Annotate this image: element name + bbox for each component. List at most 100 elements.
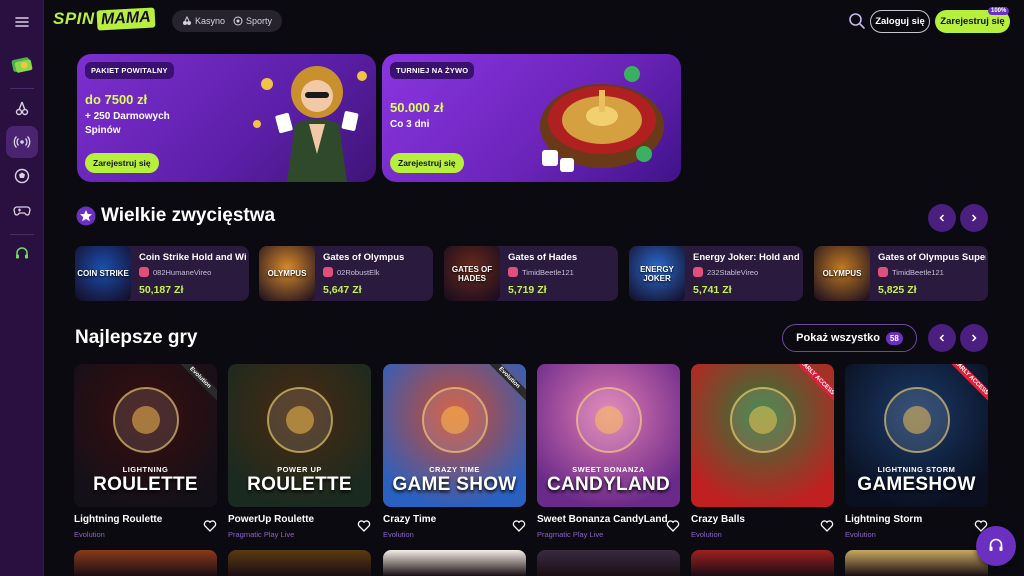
support-headset-icon[interactable] (6, 238, 38, 270)
user-avatar-icon (878, 267, 888, 277)
win-user: TimidBeetle121 (878, 267, 944, 277)
win-game-name: Gates of Olympus (323, 252, 405, 263)
mode-switcher: Kasyno Sporty (172, 10, 283, 32)
banner-sub-line-1: + 250 Darmowych (85, 111, 170, 122)
win-game-thumbnail: ENERGY JOKER (629, 246, 685, 301)
logo[interactable]: SPIN MAMA (53, 7, 155, 31)
win-user: 082HumaneVireo (139, 267, 211, 277)
search-icon[interactable] (847, 11, 867, 31)
gamepad-icon[interactable] (6, 194, 38, 226)
user-avatar-icon (508, 267, 518, 277)
game-provider: Pragmatic Play Live (228, 530, 295, 539)
game-name[interactable]: Lightning Storm (845, 514, 922, 525)
favorite-heart-icon[interactable] (512, 519, 526, 533)
ball-icon (233, 16, 243, 26)
login-button[interactable]: Zaloguj się (870, 10, 930, 33)
show-all-button[interactable]: Pokaż wszystko 58 (782, 324, 917, 352)
win-username: 082HumaneVireo (153, 267, 212, 277)
game-name[interactable]: Sweet Bonanza CandyLand (537, 514, 668, 525)
game-art-title: ROULETTE (93, 474, 198, 495)
game-card-partial[interactable] (383, 550, 526, 576)
game-wheel-graphic (730, 387, 796, 453)
game-art-subtitle: SWEET BONANZA (572, 465, 645, 474)
show-all-label: Pokaż wszystko (796, 332, 880, 344)
game-card-partial[interactable] (228, 550, 371, 576)
banner-register-button[interactable]: Zarejestruj się (85, 153, 159, 173)
game-card[interactable]: EARLY ACCESS (691, 364, 834, 507)
game-name[interactable]: Crazy Time (383, 514, 436, 525)
win-card[interactable]: ENERGY JOKER Energy Joker: Hold and Win 23… (629, 246, 803, 301)
favorite-heart-icon[interactable] (820, 519, 834, 533)
logo-mama: MAMA (96, 7, 155, 31)
welcome-package-banner[interactable]: PAKIET POWITALNY do 7500 zł + 250 Darmow… (77, 54, 376, 182)
win-game-thumbnail: COIN STRIKE (75, 246, 131, 301)
game-card-partial[interactable] (537, 550, 680, 576)
games-next-button[interactable] (960, 324, 988, 352)
favorite-heart-icon[interactable] (203, 519, 217, 533)
game-wheel-graphic (422, 387, 488, 453)
wins-next-button[interactable] (960, 204, 988, 232)
favorite-heart-icon[interactable] (357, 519, 371, 533)
win-thumb-text: OLYMPUS (267, 269, 307, 278)
win-game-thumbnail: OLYMPUS (259, 246, 315, 301)
game-wheel-graphic (884, 387, 950, 453)
game-art-title: CANDYLAND (546, 474, 671, 495)
game-card[interactable]: SWEET BONANZA CANDYLAND (537, 364, 680, 507)
live-chat-button[interactable] (976, 526, 1016, 566)
win-amount: 5,719 Zł (508, 284, 547, 296)
win-amount: 50,187 Zł (139, 284, 184, 296)
win-amount: 5,647 Zł (323, 284, 362, 296)
win-card[interactable]: GATES OF HADES Gates of Hades TimidBeetle1… (444, 246, 618, 301)
banner-amount: do 7500 zł (85, 92, 148, 107)
wins-prev-button[interactable] (928, 204, 956, 232)
mode-sports[interactable]: Sporty (229, 16, 276, 26)
live-tournament-banner[interactable]: TURNIEJ NA ŻYWO 50.000 zł Co 3 dni Zarej… (382, 54, 681, 182)
game-card[interactable]: POWER UP ROULETTE (228, 364, 371, 507)
win-card[interactable]: COIN STRIKE Coin Strike Hold and Win 082Hu… (75, 246, 249, 301)
game-name[interactable]: Lightning Roulette (74, 514, 162, 525)
menu-toggle-icon[interactable] (6, 6, 38, 38)
favorite-heart-icon[interactable] (666, 519, 680, 533)
slots-cherry-icon[interactable] (6, 92, 38, 124)
win-user: 232StableVireo (693, 267, 758, 277)
sports-ball-icon[interactable] (6, 160, 38, 192)
game-card-partial[interactable] (691, 550, 834, 576)
banner-tag: TURNIEJ NA ŻYWO (390, 62, 475, 79)
win-game-name: Coin Strike Hold and Win (139, 252, 247, 263)
game-card[interactable]: CRAZY TIME GAME SHOW Evolution (383, 364, 526, 507)
game-provider: Pragmatic Play Live (537, 530, 604, 539)
game-name[interactable]: Crazy Balls (691, 514, 745, 525)
banner-sub-line-1: Co 3 dni (390, 119, 430, 130)
game-card-partial[interactable] (845, 550, 988, 576)
live-casino-icon[interactable] (6, 126, 38, 158)
game-provider: Evolution (845, 530, 876, 539)
win-game-name: Gates of Olympus Super Scatter (878, 252, 986, 263)
game-card[interactable]: LIGHTNING ROULETTE Evolution (74, 364, 217, 507)
cherry-icon (183, 16, 191, 25)
win-amount: 5,741 Zł (693, 284, 732, 296)
win-card[interactable]: OLYMPUS Gates of Olympus Super Scatter Tim… (814, 246, 988, 301)
mode-sports-label: Sporty (246, 16, 273, 26)
game-art-subtitle: LIGHTNING (122, 465, 169, 474)
win-card[interactable]: OLYMPUS Gates of Olympus 02RobustElk 5,647 … (259, 246, 433, 301)
game-art-title: GAMESHOW (857, 474, 976, 495)
game-name[interactable]: PowerUp Roulette (228, 514, 314, 525)
star-badge-icon (76, 206, 96, 226)
win-username: 02RobustElk (337, 267, 380, 277)
game-card-partial[interactable] (74, 550, 217, 576)
user-avatar-icon (323, 267, 333, 277)
mode-casino-label: Kasyno (195, 16, 226, 26)
win-game-name: Gates of Hades (508, 252, 578, 263)
top-games-title: Najlepsze gry (75, 327, 198, 348)
win-thumb-text: COIN STRIKE (77, 269, 129, 278)
banner-register-button[interactable]: Zarejestruj się (390, 153, 464, 173)
promotions-icon[interactable] (6, 48, 38, 80)
banner-woman-illustration (253, 66, 367, 182)
game-wheel-graphic (267, 387, 333, 453)
win-thumb-text: GATES OF HADES (451, 264, 493, 283)
mode-casino[interactable]: Kasyno (178, 16, 229, 26)
game-provider: Evolution (74, 530, 105, 539)
game-wheel-graphic (576, 387, 642, 453)
games-prev-button[interactable] (928, 324, 956, 352)
game-card[interactable]: LIGHTNING STORM GAMESHOW EARLY ACCESS (845, 364, 988, 507)
